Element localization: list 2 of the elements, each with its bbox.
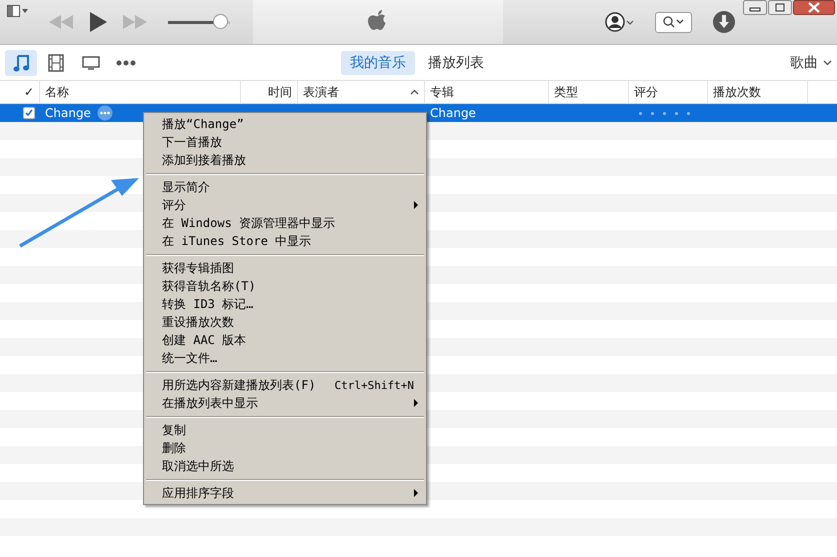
table-cell: Change	[45, 106, 91, 120]
table-cell: Change	[430, 106, 476, 120]
